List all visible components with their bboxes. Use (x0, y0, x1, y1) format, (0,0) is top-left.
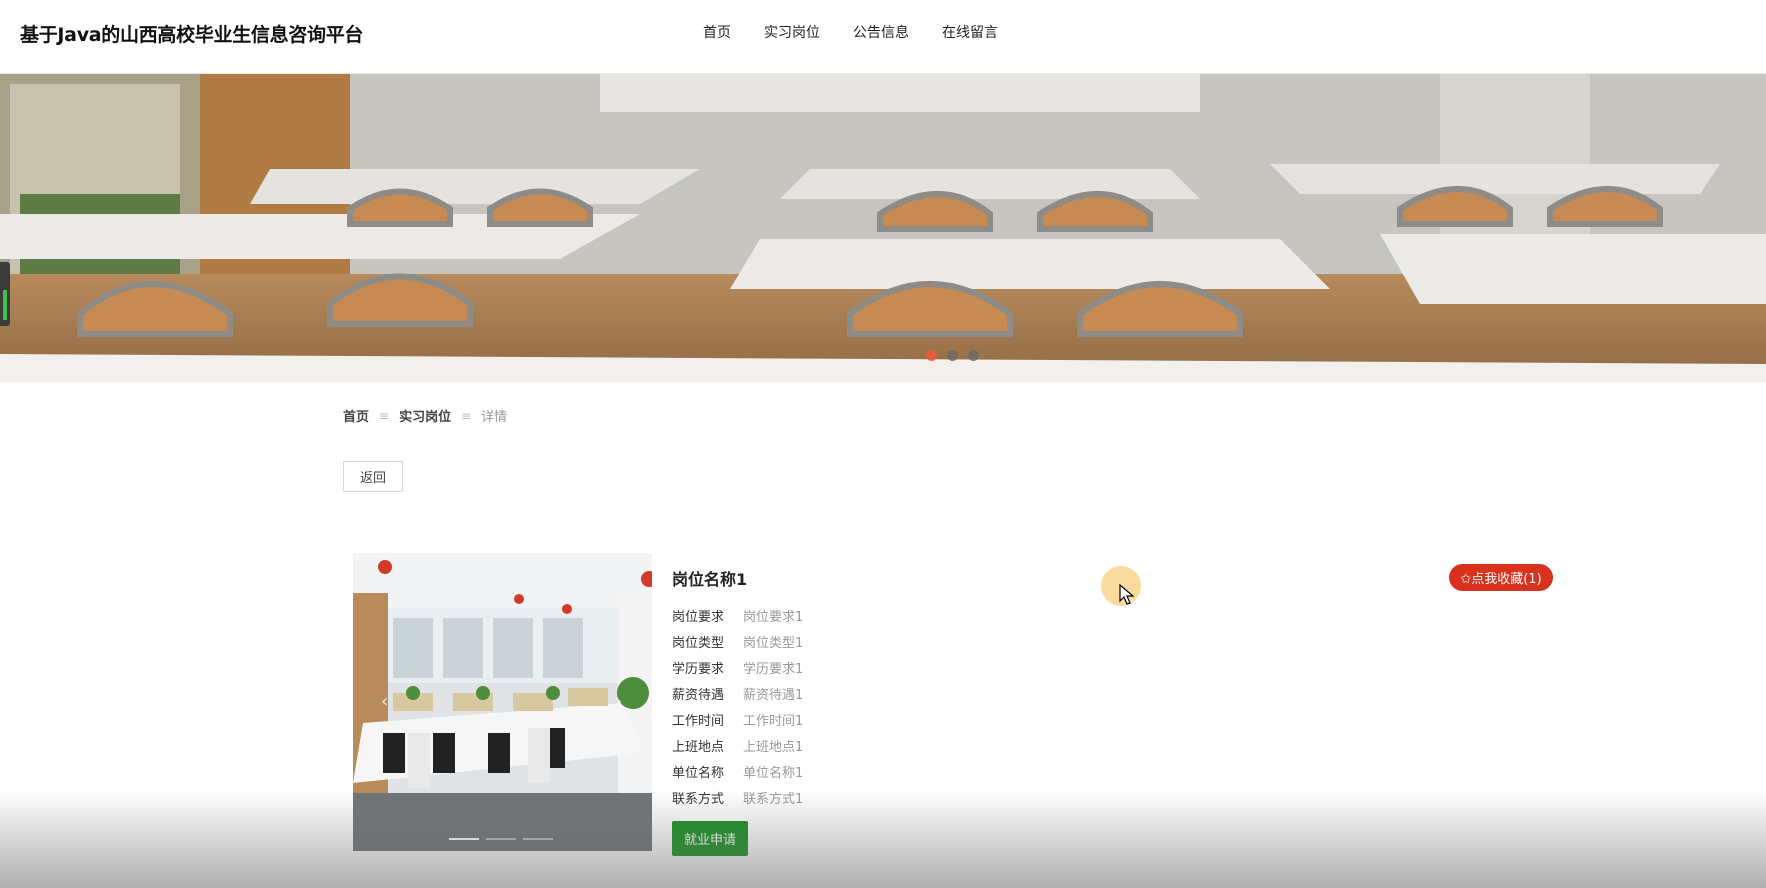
field-row: 工作时间 工作时间1 (672, 706, 803, 732)
field-row: 学历要求 学历要求1 (672, 654, 803, 680)
field-value: 学历要求1 (743, 661, 804, 677)
nav-item-home[interactable]: 首页 (703, 22, 731, 42)
field-row: 薪资待遇 薪资待遇1 (672, 680, 803, 706)
field-label: 上班地点 (672, 739, 725, 755)
field-value: 上班地点1 (743, 739, 804, 755)
field-value: 工作时间1 (743, 713, 804, 729)
banner-dot[interactable] (968, 350, 979, 361)
breadcrumb-current: 详情 (481, 410, 508, 425)
field-label: 岗位要求 (672, 609, 725, 625)
breadcrumb-internships[interactable]: 实习岗位 (399, 406, 451, 425)
field-label: 联系方式 (672, 791, 725, 807)
field-value: 岗位类型1 (743, 635, 804, 651)
gallery-pagination (449, 838, 560, 840)
job-info: 岗位名称1 岗位要求 岗位要求1 岗位类型 岗位类型1 学历要求 学历要求1 薪资待遇… (672, 566, 803, 810)
field-value: 单位名称1 (743, 765, 804, 781)
job-image-carousel[interactable]: ‹ › (353, 553, 652, 851)
field-row: 岗位类型 岗位类型1 (672, 628, 803, 654)
field-label: 学历要求 (672, 661, 725, 677)
apply-button[interactable]: 就业申请 (672, 821, 748, 856)
gallery-next-arrow[interactable]: › (615, 691, 622, 712)
field-row: 联系方式 联系方式1 (672, 784, 803, 810)
gallery-indicator[interactable] (523, 838, 553, 840)
field-row: 岗位要求 岗位要求1 (672, 602, 803, 628)
field-label: 单位名称 (672, 765, 725, 781)
field-label: 薪资待遇 (672, 687, 725, 703)
banner-dot[interactable] (947, 350, 958, 361)
field-label: 工作时间 (672, 713, 725, 729)
mouse-cursor-icon (1119, 584, 1135, 605)
gallery-prev-arrow[interactable]: ‹ (381, 691, 388, 712)
field-value: 薪资待遇1 (743, 687, 804, 703)
back-button[interactable]: 返回 (343, 461, 403, 492)
banner-carousel[interactable] (0, 74, 1766, 382)
breadcrumb-separator: ≡ (379, 408, 390, 423)
nav-item-announcements[interactable]: 公告信息 (853, 22, 909, 42)
site-header: 基于Java的山西高校毕业生信息咨询平台 首页 实习岗位 公告信息 在线留言 (0, 0, 1766, 74)
breadcrumb-home[interactable]: 首页 (343, 406, 369, 425)
field-value: 联系方式1 (743, 791, 804, 807)
banner-pagination (926, 350, 989, 361)
site-title: 基于Java的山西高校毕业生信息咨询平台 (20, 24, 364, 46)
breadcrumb-separator: ≡ (461, 408, 472, 423)
gallery-indicator[interactable] (449, 838, 479, 840)
field-row: 单位名称 单位名称1 (672, 758, 803, 784)
job-title: 岗位名称1 (672, 570, 748, 589)
favorite-button[interactable]: ✩点我收藏(1) (1449, 564, 1553, 591)
field-label: 岗位类型 (672, 635, 725, 651)
banner-dot[interactable] (926, 350, 937, 361)
office-image (353, 553, 652, 851)
side-volume-indicator (0, 262, 10, 326)
field-value: 岗位要求1 (743, 609, 804, 625)
bottom-shadow-overlay (0, 790, 1766, 888)
nav-item-messages[interactable]: 在线留言 (942, 22, 998, 42)
classroom-banner-image (0, 74, 1766, 382)
nav-item-internships[interactable]: 实习岗位 (764, 22, 820, 42)
main-nav: 首页 实习岗位 公告信息 在线留言 (703, 22, 1031, 42)
gallery-indicator[interactable] (486, 838, 516, 840)
breadcrumb: 首页 ≡ 实习岗位 ≡ 详情 (343, 406, 508, 426)
field-row: 上班地点 上班地点1 (672, 732, 803, 758)
